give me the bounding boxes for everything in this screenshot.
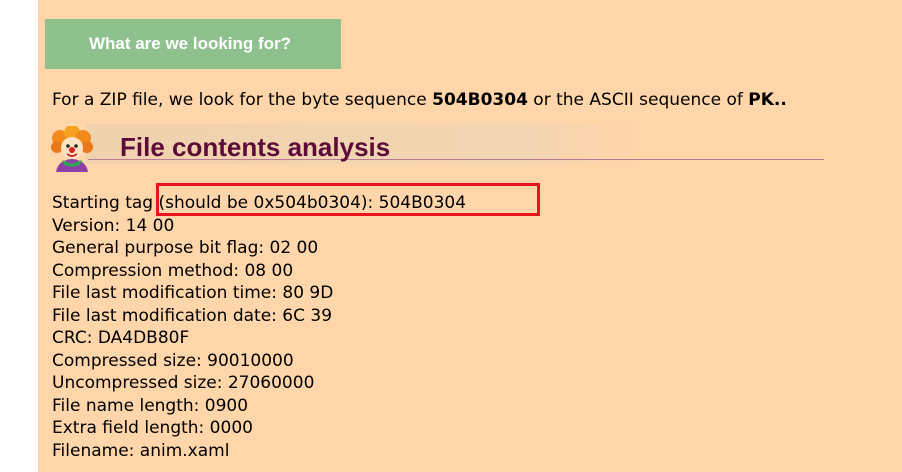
what-are-we-looking-for-button[interactable]: What are we looking for? bbox=[45, 19, 341, 69]
detail-row: Extra field length: 0000 bbox=[52, 418, 253, 438]
button-label: What are we looking for? bbox=[88, 34, 292, 53]
detail-row: File name length: 0900 bbox=[52, 395, 249, 416]
detail-row: CRC: DA4DB80F bbox=[52, 328, 190, 348]
detail-row: Uncompressed size: 27060000 bbox=[52, 373, 315, 393]
intro-prefix: For a ZIP file, we look for the byte seq… bbox=[52, 90, 433, 110]
clown-icon bbox=[51, 126, 93, 172]
detail-row: Compression method: 08 00 bbox=[52, 260, 294, 281]
detail-row: File last modification time: 80 9D bbox=[52, 283, 334, 303]
highlight-annotation bbox=[156, 183, 540, 216]
intro-text: For a ZIP file, we look for the byte seq… bbox=[52, 88, 902, 112]
intro-middle: or the ASCII sequence of bbox=[527, 90, 749, 110]
detail-row: Compressed size: 90010000 bbox=[52, 350, 294, 371]
analysis-details: Starting tag (should be 0x504b0304): 504… bbox=[52, 192, 892, 462]
ascii-sequence: PK.. bbox=[748, 90, 787, 110]
hex-sequence: 504B0304 bbox=[432, 90, 528, 110]
detail-row: Version: 14 00 bbox=[52, 215, 175, 236]
page-title: File contents analysis bbox=[120, 132, 391, 162]
detail-row: General purpose bit flag: 02 00 bbox=[52, 238, 319, 258]
detail-row: File last modification date: 6C 39 bbox=[52, 305, 333, 326]
detail-row: Filename: anim.xaml bbox=[52, 440, 230, 461]
